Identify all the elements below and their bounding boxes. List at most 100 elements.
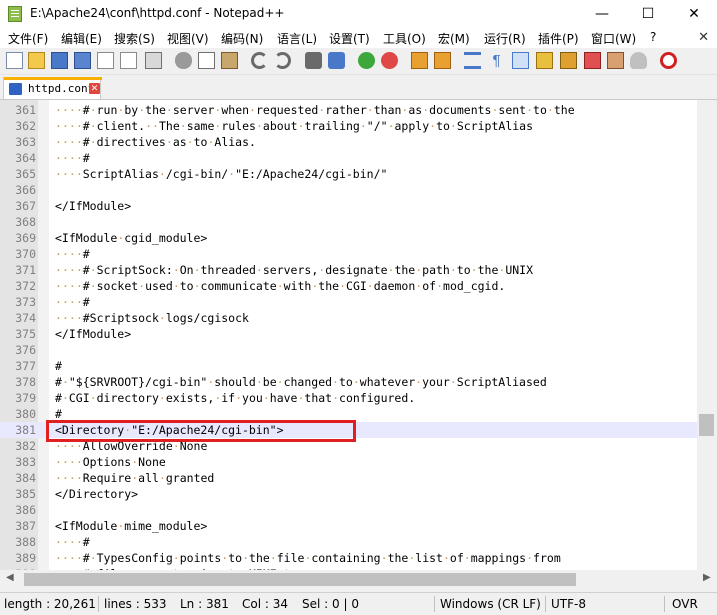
zoom-out-icon[interactable] (381, 52, 398, 69)
code-line[interactable]: 362 ····#·client.··The·same·rules·about·t… (0, 118, 697, 134)
scroll-left-icon[interactable]: ◀ (6, 572, 14, 583)
vertical-scroll-thumb[interactable] (699, 414, 714, 436)
menu-settings[interactable]: 设置(T) (329, 30, 370, 47)
open-file-icon[interactable] (28, 52, 45, 69)
scroll-right-icon[interactable]: ▶ (703, 572, 711, 583)
code-line[interactable]: 372 ····#·socket·used·to·communicate·with… (0, 278, 697, 294)
tab-close-icon[interactable]: ✕ (89, 83, 100, 94)
save-all-icon[interactable] (74, 52, 91, 69)
code-line[interactable]: 377 # (0, 358, 697, 374)
code-line[interactable]: 363 ····#·directives·as·to·Alias. (0, 134, 697, 150)
code-text[interactable]: <IfModule·cgid_module> (55, 230, 207, 246)
editor-area[interactable]: 361 ····#·run·by·the·server·when·requeste… (0, 99, 717, 571)
code-line[interactable]: 367 </IfModule> (0, 198, 697, 214)
close-document-icon[interactable]: ✕ (698, 29, 709, 45)
menu-file[interactable]: 文件(F) (8, 30, 48, 47)
code-line[interactable]: 375 </IfModule> (0, 326, 697, 342)
code-text[interactable]: </IfModule> (55, 326, 131, 342)
code-line[interactable]: 371 ····#·ScriptSock:·On·threaded·servers… (0, 262, 697, 278)
code-text[interactable]: ····#Scriptsock·logs/cgisock (55, 310, 249, 326)
menu-help[interactable]: ? (650, 30, 656, 44)
vertical-scrollbar[interactable] (697, 100, 717, 571)
code-text[interactable]: ····# (55, 534, 90, 550)
code-line[interactable]: 389 ····#·TypesConfig·points·to·the·file·… (0, 550, 697, 566)
paste-icon[interactable] (221, 52, 238, 69)
record-macro-icon[interactable] (660, 52, 677, 69)
function-list-icon[interactable] (584, 52, 601, 69)
print-icon[interactable] (145, 52, 162, 69)
code-line[interactable]: 384 ····Require·all·granted (0, 470, 697, 486)
document-map-icon[interactable] (560, 52, 577, 69)
code-line[interactable]: 369 <IfModule·cgid_module> (0, 230, 697, 246)
code-text[interactable]: </IfModule> (55, 198, 131, 214)
find-icon[interactable] (305, 52, 322, 69)
menu-run[interactable]: 运行(R) (484, 30, 526, 47)
code-text[interactable]: ····# (55, 294, 90, 310)
code-line[interactable]: 383 ····Options·None (0, 454, 697, 470)
code-line[interactable]: 378 #·"${SRVROOT}/cgi-bin"·should·be·chan… (0, 374, 697, 390)
code-text[interactable]: #·CGI·directory·exists,·if·you·have·that… (55, 390, 415, 406)
sync-vertical-icon[interactable] (411, 52, 428, 69)
tab-httpd-conf[interactable]: httpd.conf ✕ (3, 77, 102, 99)
code-text[interactable]: ····#·socket·used·to·communicate·with·th… (55, 278, 505, 294)
code-line[interactable]: 379 #·CGI·directory·exists,·if·you·have·t… (0, 390, 697, 406)
code-text[interactable]: ····#·client.··The·same·rules·about·trai… (55, 118, 533, 134)
code-text[interactable]: ····Require·all·granted (55, 470, 214, 486)
status-encoding[interactable]: UTF-8 (551, 597, 586, 611)
code-line[interactable]: 364 ····# (0, 150, 697, 166)
code-line[interactable]: 370 ····# (0, 246, 697, 262)
code-text[interactable]: ····#·ScriptSock:·On·threaded·servers,·d… (55, 262, 533, 278)
code-text[interactable]: ····#·TypesConfig·points·to·the·file·con… (55, 550, 561, 566)
code-text[interactable]: # (55, 358, 62, 374)
cut-icon[interactable] (175, 52, 192, 69)
menu-plugins[interactable]: 插件(P) (538, 30, 579, 47)
indent-guide-icon[interactable] (512, 52, 529, 69)
code-text[interactable]: ····#·directives·as·to·Alias. (55, 134, 256, 150)
monitoring-icon[interactable] (630, 52, 647, 69)
code-text[interactable]: ····ScriptAlias·/cgi-bin/·"E:/Apache24/c… (55, 166, 387, 182)
replace-icon[interactable] (328, 52, 345, 69)
close-all-icon[interactable] (120, 52, 137, 69)
code-line[interactable]: 387 <IfModule·mime_module> (0, 518, 697, 534)
menu-language[interactable]: 语言(L) (277, 30, 317, 47)
code-text[interactable]: ····# (55, 150, 90, 166)
code-line[interactable]: 376 (0, 342, 697, 358)
new-file-icon[interactable] (6, 52, 23, 69)
menu-window[interactable]: 窗口(W) (591, 30, 636, 47)
code-text[interactable]: #·"${SRVROOT}/cgi-bin"·should·be·changed… (55, 374, 547, 390)
horizontal-scroll-thumb[interactable] (24, 573, 576, 586)
code-line[interactable]: 366 (0, 182, 697, 198)
status-insert-mode[interactable]: OVR (672, 597, 698, 611)
code-line[interactable]: 365 ····ScriptAlias·/cgi-bin/·"E:/Apache2… (0, 166, 697, 182)
menu-macro[interactable]: 宏(M) (438, 30, 470, 47)
menu-tools[interactable]: 工具(O) (383, 30, 426, 47)
redo-icon[interactable] (274, 52, 291, 69)
code-line[interactable]: 386 (0, 502, 697, 518)
user-defined-language-icon[interactable] (536, 52, 553, 69)
word-wrap-icon[interactable] (464, 52, 481, 69)
folder-as-workspace-icon[interactable] (607, 52, 624, 69)
menu-edit[interactable]: 编辑(E) (61, 30, 102, 47)
close-file-icon[interactable] (97, 52, 114, 69)
code-text[interactable]: </Directory> (55, 486, 138, 502)
menu-encoding[interactable]: 编码(N) (221, 30, 263, 47)
code-line[interactable]: 374 ····#Scriptsock·logs/cgisock (0, 310, 697, 326)
code-text[interactable]: ····# (55, 246, 90, 262)
code-line[interactable]: 361 ····#·run·by·the·server·when·requeste… (0, 102, 697, 118)
code-line[interactable]: 368 (0, 214, 697, 230)
horizontal-scrollbar[interactable]: ◀ ▶ (0, 570, 717, 589)
close-window-button[interactable]: ✕ (671, 0, 717, 28)
menu-search[interactable]: 搜索(S) (114, 30, 155, 47)
sync-horizontal-icon[interactable] (434, 52, 451, 69)
menu-view[interactable]: 视图(V) (167, 30, 209, 47)
code-text[interactable]: ····Options·None (55, 454, 166, 470)
undo-icon[interactable] (251, 52, 268, 69)
show-all-characters-icon[interactable]: ¶ (488, 52, 505, 69)
status-eol[interactable]: Windows (CR LF) (440, 597, 541, 611)
code-text[interactable]: <IfModule·mime_module> (55, 518, 207, 534)
save-icon[interactable] (51, 52, 68, 69)
code-line[interactable]: 388 ····# (0, 534, 697, 550)
code-line[interactable]: 385 </Directory> (0, 486, 697, 502)
maximize-button[interactable]: ☐ (625, 0, 671, 28)
minimize-button[interactable]: — (579, 0, 625, 28)
